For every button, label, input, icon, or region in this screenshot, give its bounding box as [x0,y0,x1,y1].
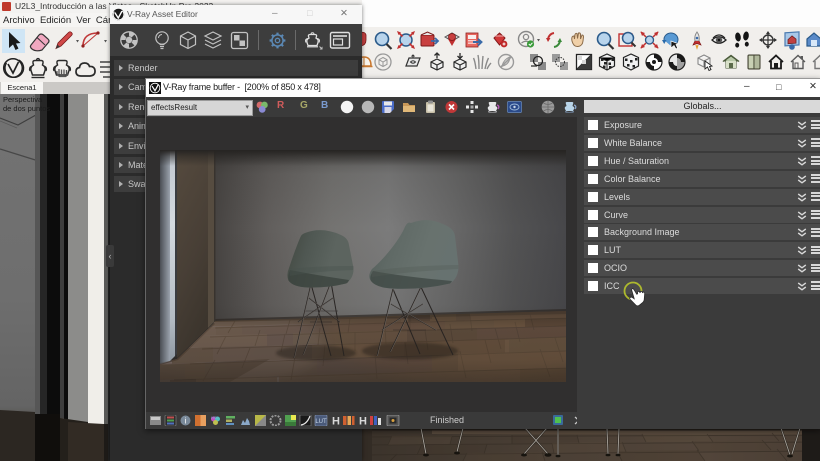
svg-text:i: i [185,416,187,425]
svg-text:H: H [359,416,367,427]
svg-text:H: H [332,416,340,427]
svg-text:LUT: LUT [315,419,327,425]
svg-text:HSL: HSL [211,415,220,420]
